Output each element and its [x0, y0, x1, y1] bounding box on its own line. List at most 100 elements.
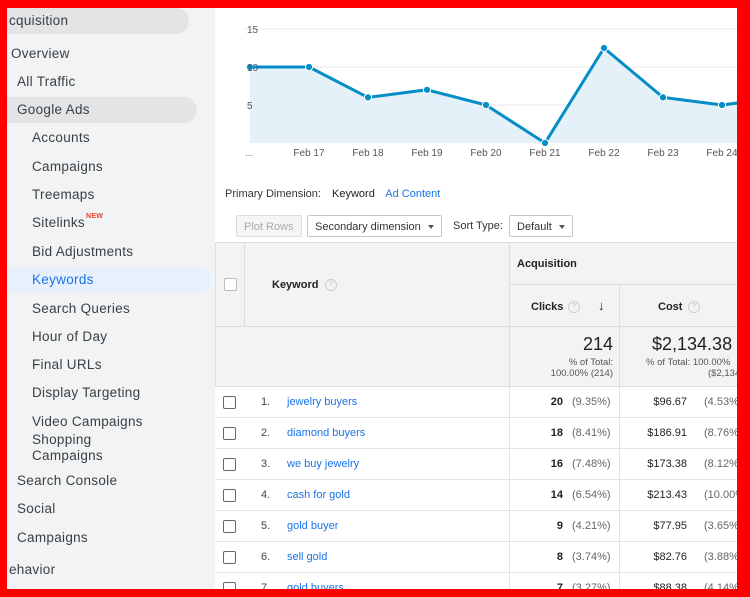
keyword-link[interactable]: gold buyer	[287, 520, 338, 532]
clicks-header-label: Clicks	[531, 301, 564, 313]
clicks-cell: 7 (3.27%)	[509, 573, 619, 589]
sidebar-item-campaigns[interactable]: Campaigns	[7, 154, 103, 180]
sidebar-item-campaigns[interactable]: Campaigns	[7, 525, 88, 551]
clicks-percent: (6.54%)	[572, 489, 611, 501]
x-tick-label: Feb 23	[647, 148, 679, 159]
plot-rows-button[interactable]: Plot Rows	[236, 215, 302, 237]
keyword-link[interactable]: jewelry buyers	[287, 396, 357, 408]
acquisition-header-label: Acquisition	[517, 258, 577, 270]
keyword-table: Keyword ? Acquisition Clicks ? ↓ Cost ? …	[215, 242, 737, 589]
row-checkbox[interactable]	[223, 582, 236, 589]
help-icon[interactable]: ?	[688, 301, 700, 313]
table-row: 6. sell gold 8 (3.74%) $82.76 (3.88%)	[215, 542, 737, 573]
total-cost-pct-value: ($2,134.38)	[708, 368, 737, 379]
sidebar-item-keywords[interactable]: Keywords	[7, 267, 212, 293]
sidebar-item-label: Overview	[11, 46, 70, 61]
keyword-link[interactable]: we buy jewelry	[287, 458, 359, 470]
secondary-dimension-dropdown[interactable]: Secondary dimension	[307, 215, 442, 237]
sidebar-item-social[interactable]: Social	[7, 496, 56, 522]
sidebar-item-bid-adjustments[interactable]: Bid Adjustments	[7, 239, 133, 265]
sidebar-item-all-traffic[interactable]: All Traffic	[7, 69, 76, 95]
total-clicks-value: 214	[582, 334, 613, 354]
row-checkbox[interactable]	[223, 520, 236, 533]
sidebar-item-search-console[interactable]: Search Console	[7, 468, 117, 494]
row-number: 4.	[261, 489, 271, 501]
data-point	[658, 93, 668, 102]
x-tick-label: Feb 18	[352, 148, 384, 159]
sidebar-item-label: All Traffic	[17, 74, 76, 89]
sidebar-item-label: Display Targeting	[32, 385, 141, 400]
row-number: 6.	[261, 551, 271, 563]
clicks-header[interactable]: Clicks ? ↓	[509, 284, 620, 327]
sidebar-item-search-queries[interactable]: Search Queries	[7, 296, 130, 322]
cost-value: $213.43	[647, 489, 687, 501]
table-row: 7. gold buyers 7 (3.27%) $88.38 (4.14%)	[215, 573, 737, 589]
help-icon[interactable]: ?	[568, 301, 580, 313]
sidebar-item-hour-of-day[interactable]: Hour of Day	[7, 324, 107, 350]
sidebar-item-label: Campaigns	[32, 448, 103, 463]
table-row: 5. gold buyer 9 (4.21%) $77.95 (3.65%)	[215, 511, 737, 542]
cost-percent: (3.88%)	[704, 551, 737, 563]
keyword-header-label: Keyword	[272, 279, 319, 291]
select-all-header-cell	[215, 242, 245, 327]
sidebar-item-google-ads[interactable]: Google Ads	[7, 97, 197, 123]
total-cost-pct-label: % of Total: 100.00%	[646, 357, 731, 368]
keyword-link[interactable]: gold buyers	[287, 582, 344, 589]
sidebar-item-treemaps[interactable]: Treemaps	[7, 182, 95, 208]
sidebar-item-label: Campaigns	[17, 530, 88, 545]
clicks-percent: (3.27%)	[572, 582, 611, 589]
totals-cost-cell: $2,134.38 % of Total: 100.00% ($2,134.38…	[619, 326, 737, 387]
help-icon[interactable]: ?	[325, 279, 337, 291]
cost-header-label: Cost	[658, 301, 683, 313]
row-number: 7.	[261, 582, 271, 589]
sidebar-item-overview[interactable]: Overview	[7, 41, 70, 67]
analytics-window: cquisition Overview All Traffic Google Ads A…	[7, 8, 737, 589]
sidebar-item-label: Bid Adjustments	[32, 244, 134, 259]
dimension-ad-content-link[interactable]: Ad Content	[385, 188, 440, 200]
sidebar-item-campaigns[interactable]: Campaigns	[7, 447, 103, 465]
row-checkbox[interactable]	[223, 489, 236, 502]
keyword-link[interactable]: diamond buyers	[287, 427, 365, 439]
dimension-keyword[interactable]: Keyword	[332, 188, 375, 200]
table-row: 2. diamond buyers 18 (8.41%) $186.91 (8.76%)	[215, 418, 737, 449]
primary-dimension-row: Primary Dimension: Keyword Ad Content	[225, 188, 448, 200]
sidebar-item-ehavior[interactable]: ehavior	[7, 557, 55, 583]
select-all-checkbox[interactable]	[224, 278, 237, 291]
sidebar-item-label: Sitelinks	[32, 215, 85, 230]
cost-header[interactable]: Cost ?	[619, 284, 737, 327]
table-row: 4. cash for gold 14 (6.54%) $213.43 (10.00%)	[215, 480, 737, 511]
sidebar-nav: cquisition Overview All Traffic Google Ads A…	[7, 8, 215, 589]
row-checkbox[interactable]	[223, 427, 236, 440]
keyword-link[interactable]: sell gold	[287, 551, 327, 563]
sidebar-item-label: Campaigns	[32, 159, 103, 174]
total-clicks-pct-label: % of Total:	[568, 357, 613, 368]
clicks-value: 18	[550, 427, 563, 439]
cost-cell: $213.43 (10.00%)	[619, 480, 737, 511]
sidebar-item-sitelinks[interactable]: SitelinksNEW	[7, 210, 103, 236]
sort-type-dropdown[interactable]: Default	[509, 215, 573, 237]
sidebar-item-cquisition[interactable]: cquisition	[7, 8, 189, 34]
keyword-link[interactable]: cash for gold	[287, 489, 350, 501]
keyword-header[interactable]: Keyword ?	[244, 242, 510, 327]
clicks-cell: 20 (9.35%)	[509, 387, 619, 418]
totals-clicks-cell: 214 % of Total: 100.00% (214)	[509, 326, 620, 387]
chevron-down-icon	[427, 225, 434, 230]
secondary-dimension-label: Secondary dimension	[315, 221, 421, 233]
row-checkbox[interactable]	[223, 551, 236, 564]
sidebar-item-label: Video Campaigns	[32, 414, 143, 429]
cost-percent: (8.12%)	[704, 458, 737, 470]
sort-descending-icon[interactable]: ↓	[598, 298, 605, 313]
cost-value: $173.38	[647, 458, 687, 470]
sidebar-item-display-targeting[interactable]: Display Targeting	[7, 380, 140, 406]
data-point	[717, 100, 727, 110]
x-tick-label: Feb 24	[706, 148, 737, 159]
cost-percent: (8.76%)	[704, 427, 737, 439]
sidebar-item-final-urls[interactable]: Final URLs	[7, 352, 102, 378]
cost-percent: (4.14%)	[704, 582, 737, 589]
row-checkbox[interactable]	[223, 458, 236, 471]
data-point	[599, 43, 609, 53]
clicks-value: 9	[556, 520, 563, 532]
red-border-frame: cquisition Overview All Traffic Google Ads A…	[0, 0, 750, 597]
row-checkbox[interactable]	[223, 396, 236, 409]
sidebar-item-accounts[interactable]: Accounts	[7, 125, 90, 151]
